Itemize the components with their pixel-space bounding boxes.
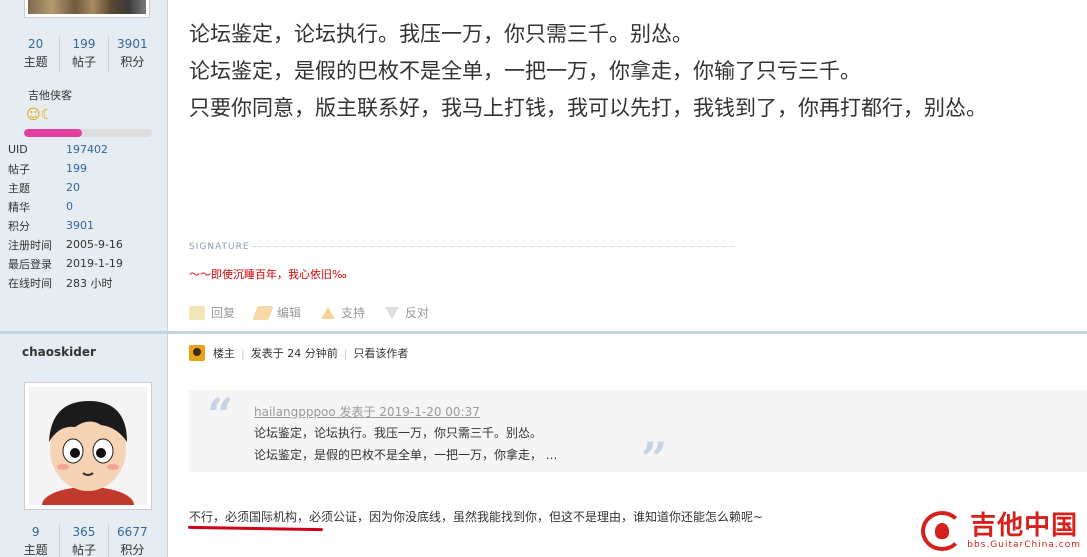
thumbs-up-icon bbox=[321, 306, 336, 319]
user2-stat-posts[interactable]: 365 帖子 bbox=[59, 524, 107, 557]
info-key: 注册时间 bbox=[8, 238, 52, 252]
user2-stat-threads[interactable]: 9 主题 bbox=[12, 524, 59, 557]
user1-stats: 20 主题 199 帖子 3901 积分 bbox=[12, 36, 156, 72]
stat-value[interactable]: 6677 bbox=[109, 524, 156, 540]
info-value[interactable]: 199 bbox=[66, 162, 87, 175]
edit-button[interactable]: 编辑 bbox=[252, 304, 302, 321]
info-key: UID bbox=[8, 143, 28, 156]
user1-avatar[interactable] bbox=[24, 0, 150, 18]
user2-stats: 9 主题 365 帖子 6677 积分 bbox=[12, 524, 156, 557]
reply-button[interactable]: 回复 bbox=[189, 304, 235, 321]
separator: | bbox=[241, 346, 245, 360]
stat-value[interactable]: 365 bbox=[60, 524, 107, 540]
user2-stat-credits[interactable]: 6677 积分 bbox=[107, 524, 156, 557]
post-divider bbox=[168, 331, 1087, 334]
signature-text: ～～即使沉睡百年，我心依旧‰ bbox=[189, 268, 347, 281]
post1-line: 论坛鉴定，是假的巴枚不是全单，一把一万，你拿走，你输了只亏三千。 bbox=[189, 59, 861, 83]
info-key: 帖子 bbox=[8, 162, 30, 176]
user1-stat-credits[interactable]: 3901 积分 bbox=[107, 36, 156, 72]
cartoon-boy-avatar-icon bbox=[29, 387, 147, 505]
info-value[interactable]: 3901 bbox=[66, 219, 94, 232]
info-row-threads: 主题 20 bbox=[8, 178, 158, 197]
signature-divider bbox=[252, 246, 734, 247]
stat-label: 帖子 bbox=[71, 543, 96, 557]
info-key: 最后登录 bbox=[8, 257, 52, 271]
info-key: 主题 bbox=[8, 181, 30, 195]
post-content-column: 论坛鉴定，论坛执行。我压一万，你只需三千。别怂。 论坛鉴定，是假的巴枚不是全单，… bbox=[168, 0, 1087, 557]
rank-progress-bar bbox=[24, 129, 152, 137]
post1-line: 论坛鉴定，论坛执行。我压一万，你只需三千。别怂。 bbox=[189, 22, 693, 46]
post-time: 发表于 24 分钟前 bbox=[250, 347, 338, 360]
separator: | bbox=[343, 346, 348, 360]
post1-actions: 回复 编辑 支持 反对 bbox=[189, 304, 449, 321]
quote-line: 论坛鉴定，论坛执行。我压一万，你只需三千。别怂。 bbox=[254, 426, 543, 440]
info-value: 2005-9-16 bbox=[66, 238, 123, 251]
user2-avatar[interactable] bbox=[24, 382, 152, 510]
thread-owner-icon bbox=[189, 345, 205, 361]
quote-close-icon: ” bbox=[641, 432, 668, 486]
info-value[interactable]: 197402 bbox=[66, 143, 108, 156]
info-row-credits: 积分 3901 bbox=[8, 216, 158, 235]
info-key: 积分 bbox=[8, 219, 30, 233]
reply-label: 回复 bbox=[211, 306, 236, 320]
oppose-label: 反对 bbox=[405, 306, 430, 320]
rank-smiley-icon: ☺☾ bbox=[26, 107, 54, 123]
quote-line: 论坛鉴定，是假的巴枚不是全单，一把一万，你拿走， ... bbox=[254, 448, 558, 462]
quote-block: “ hailangpppoo 发表于 2019-1-20 00:37 论坛鉴定，… bbox=[189, 388, 1087, 482]
post-divider bbox=[0, 331, 167, 334]
stat-label: 主题 bbox=[23, 543, 48, 557]
user1-group[interactable]: 吉他侠客 bbox=[28, 87, 72, 103]
stat-label: 积分 bbox=[120, 55, 145, 69]
signature-label: SIGNATURE bbox=[189, 242, 250, 252]
logo-url: bbs.GuitarChina.com bbox=[967, 539, 1081, 550]
post1-body: 论坛鉴定，论坛执行。我压一万，你只需三千。别怂。 论坛鉴定，是假的巴枚不是全单，… bbox=[189, 16, 987, 127]
site-logo: 吉他中国 bbs.GuitarChina.com bbox=[921, 511, 1081, 551]
thumbs-down-icon bbox=[385, 306, 400, 319]
info-key: 在线时间 bbox=[8, 276, 52, 290]
info-row-uid: UID 197402 bbox=[8, 140, 158, 159]
red-underline-annotation bbox=[187, 525, 324, 532]
pencil-icon bbox=[252, 305, 274, 320]
stat-label: 帖子 bbox=[71, 55, 96, 69]
user2-username[interactable]: chaoskider bbox=[22, 345, 96, 359]
stat-label: 积分 bbox=[120, 543, 145, 557]
info-row-lastlogin: 最后登录 2019-1-19 bbox=[8, 254, 158, 273]
user-sidebar: 20 主题 199 帖子 3901 积分 吉他侠客 ☺☾ UID 197402 帖… bbox=[0, 0, 168, 557]
stat-label: 主题 bbox=[23, 55, 48, 69]
post2-meta: 楼主 | 发表于 24 分钟前 | 只看该作者 bbox=[189, 345, 408, 361]
support-label: 支持 bbox=[341, 306, 366, 320]
info-row-digest: 精华 0 bbox=[8, 197, 158, 216]
support-button[interactable]: 支持 bbox=[321, 304, 365, 321]
stat-value[interactable]: 20 bbox=[12, 36, 59, 52]
info-value[interactable]: 0 bbox=[66, 200, 73, 213]
stat-value[interactable]: 9 bbox=[12, 524, 59, 540]
logo-title: 吉他中国 bbox=[970, 510, 1079, 541]
stat-value[interactable]: 199 bbox=[60, 36, 107, 52]
quote-open-icon: “ bbox=[207, 388, 234, 442]
user1-info: UID 197402 帖子 199 主题 20 精华 0 积分 3901 注册时间 2005… bbox=[8, 140, 158, 292]
info-row-posts: 帖子 199 bbox=[8, 159, 158, 178]
info-key: 精华 bbox=[8, 200, 30, 214]
reply-icon bbox=[189, 305, 205, 320]
edit-label: 编辑 bbox=[277, 306, 302, 320]
thread-owner-label: 楼主 bbox=[213, 347, 235, 360]
user1-stat-posts[interactable]: 199 帖子 bbox=[59, 36, 107, 72]
guitarchina-logo-icon bbox=[921, 511, 964, 551]
info-value[interactable]: 20 bbox=[66, 181, 80, 194]
post1-line: 只要你同意，版主联系好，我马上打钱，我可以先打，我钱到了，你再打都行，别怂。 bbox=[189, 96, 987, 120]
user1-stat-threads[interactable]: 20 主题 bbox=[12, 36, 59, 72]
oppose-button[interactable]: 反对 bbox=[385, 304, 429, 321]
info-row-online: 在线时间 283 小时 bbox=[8, 273, 158, 292]
info-value: 283 小时 bbox=[66, 276, 113, 290]
stat-value[interactable]: 3901 bbox=[109, 36, 156, 52]
info-row-regdate: 注册时间 2005-9-16 bbox=[8, 235, 158, 254]
quote-author-link[interactable]: hailangpppoo 发表于 2019-1-20 00:37 bbox=[254, 403, 480, 420]
post2-body: 不行，必须国际机构，必须公证，因为你没底线，虽然我能找到你，但这不是理由，谁知道… bbox=[189, 510, 764, 524]
only-author-link[interactable]: 只看该作者 bbox=[353, 345, 408, 361]
info-value: 2019-1-19 bbox=[66, 257, 123, 270]
